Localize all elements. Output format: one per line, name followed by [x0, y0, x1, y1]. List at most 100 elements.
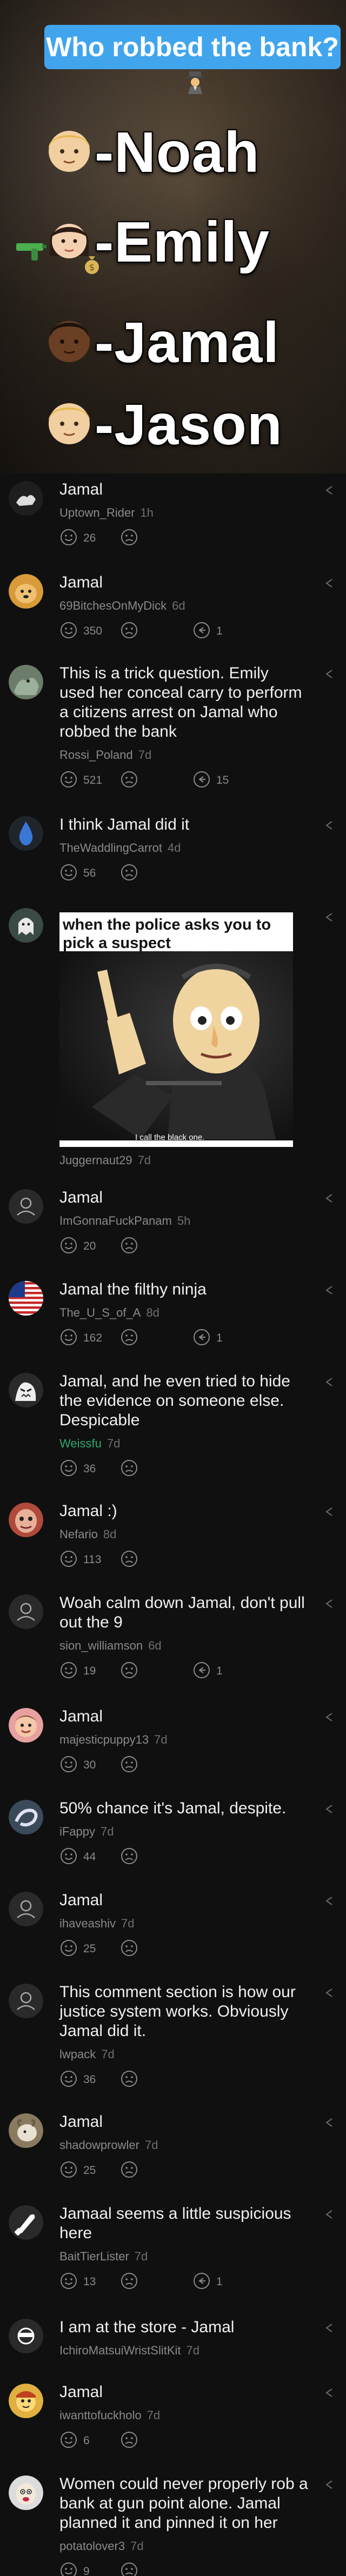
like-button[interactable]: 19 — [59, 1661, 96, 1681]
share-icon[interactable] — [322, 1802, 336, 1816]
share-icon[interactable] — [322, 2478, 336, 2492]
like-button[interactable]: 44 — [59, 1847, 96, 1867]
user-avatar[interactable] — [9, 1892, 43, 1926]
comment-username[interactable]: ImGonnaFuckPanam — [59, 1214, 172, 1227]
share-icon[interactable] — [322, 910, 336, 924]
reply-button[interactable]: 1 — [192, 2272, 223, 2292]
comment-username[interactable]: Nefario — [59, 1527, 98, 1541]
share-icon[interactable] — [322, 576, 336, 590]
reply-button[interactable]: 1 — [192, 1661, 223, 1681]
like-button[interactable]: 113 — [59, 1550, 101, 1570]
share-icon[interactable] — [322, 818, 336, 832]
user-avatar[interactable] — [9, 908, 43, 943]
comment-username[interactable]: 69BitchesOnMyDick — [59, 599, 167, 612]
user-avatar[interactable] — [9, 1984, 43, 2018]
comment-username[interactable]: TheWaddlingCarrot — [59, 841, 162, 855]
share-icon[interactable] — [322, 667, 336, 681]
share-icon[interactable] — [322, 1191, 336, 1205]
user-avatar[interactable] — [9, 2384, 43, 2418]
share-icon[interactable] — [322, 2386, 336, 2400]
dislike-button[interactable] — [120, 1756, 138, 1775]
share-icon[interactable] — [322, 1597, 336, 1611]
like-button[interactable]: 350 — [59, 622, 102, 641]
comment-username[interactable]: IchiroMatsuiWristSlitKit — [59, 2344, 181, 2357]
dislike-button[interactable] — [120, 1939, 138, 1959]
user-avatar[interactable] — [9, 2205, 43, 2240]
like-button[interactable]: 521 — [59, 771, 102, 790]
like-button[interactable]: 56 — [59, 864, 96, 883]
dislike-button[interactable] — [120, 2431, 138, 2451]
user-avatar[interactable] — [9, 2113, 43, 2148]
comment-username[interactable]: iFappy — [59, 1825, 95, 1838]
user-avatar[interactable] — [9, 665, 43, 699]
comment-username[interactable]: Uptown_Rider — [59, 506, 135, 519]
reply-button[interactable]: 15 — [192, 771, 229, 790]
dislike-button[interactable] — [120, 1459, 138, 1479]
like-button[interactable]: 25 — [59, 2161, 96, 2180]
comment-time: 7d — [137, 1153, 151, 1167]
like-button[interactable]: 20 — [59, 1237, 96, 1256]
comment-username[interactable]: Weissfu — [59, 1437, 102, 1450]
share-icon[interactable] — [322, 1505, 336, 1519]
user-avatar[interactable] — [9, 1373, 43, 1407]
dislike-button[interactable] — [120, 1550, 138, 1570]
user-avatar[interactable] — [9, 2319, 43, 2353]
dislike-button[interactable] — [120, 1847, 138, 1867]
share-icon[interactable] — [322, 2207, 336, 2221]
share-icon[interactable] — [322, 2115, 336, 2130]
user-avatar[interactable] — [9, 2475, 43, 2510]
user-avatar[interactable] — [9, 481, 43, 516]
user-avatar[interactable] — [9, 1189, 43, 1224]
share-icon[interactable] — [322, 1894, 336, 1908]
share-icon[interactable] — [322, 1375, 336, 1389]
comment-username[interactable]: lwpack — [59, 2047, 96, 2061]
comment-username[interactable]: majesticpuppy13 — [59, 1733, 149, 1746]
user-avatar[interactable] — [9, 816, 43, 851]
comment-username[interactable]: iwanttofuckholo — [59, 2408, 142, 2422]
dislike-button[interactable] — [120, 622, 138, 641]
like-button[interactable]: 162 — [59, 1329, 102, 1348]
comment-text: Jamal the filthy ninja — [59, 1280, 207, 1298]
comment-username[interactable]: Juggernaut29 — [59, 1153, 132, 1167]
dislike-button[interactable] — [120, 2161, 138, 2180]
comment-username[interactable]: Rossi_Poland — [59, 748, 133, 762]
user-avatar[interactable] — [9, 1800, 43, 1834]
user-avatar[interactable] — [9, 1503, 43, 1537]
comment-username[interactable]: potatolover3 — [59, 2539, 125, 2553]
like-button[interactable]: 13 — [59, 2272, 96, 2292]
dislike-button[interactable] — [120, 1661, 138, 1681]
reply-button[interactable]: 1 — [192, 622, 223, 641]
reply-button[interactable]: 1 — [192, 1329, 223, 1348]
dislike-button[interactable] — [120, 2272, 138, 2292]
like-button[interactable]: 30 — [59, 1756, 96, 1775]
reply-count: 1 — [216, 1332, 223, 1344]
dislike-button[interactable] — [120, 864, 138, 883]
comment-username[interactable]: The_U_S_of_A — [59, 1306, 141, 1319]
comment-username[interactable]: ihaveashiv — [59, 1917, 116, 1930]
dislike-button[interactable] — [120, 2562, 138, 2576]
dislike-button[interactable] — [120, 1329, 138, 1348]
like-button[interactable]: 9 — [59, 2562, 90, 2576]
share-icon[interactable] — [322, 1283, 336, 1297]
dislike-button[interactable] — [120, 2070, 138, 2090]
dislike-button[interactable] — [120, 529, 138, 548]
like-button[interactable]: 36 — [59, 2070, 96, 2090]
meme-image[interactable]: when the police asks you to pick a suspe… — [59, 912, 293, 1147]
user-avatar[interactable] — [9, 1708, 43, 1743]
share-icon[interactable] — [322, 1986, 336, 2000]
user-avatar[interactable] — [9, 574, 43, 609]
comment-username[interactable]: sion_williamson — [59, 1639, 143, 1652]
share-icon[interactable] — [322, 1710, 336, 1724]
user-avatar[interactable] — [9, 1594, 43, 1629]
like-button[interactable]: 25 — [59, 1939, 96, 1959]
dislike-button[interactable] — [120, 771, 138, 790]
comment-username[interactable]: shadowprowler — [59, 2138, 139, 2152]
share-icon[interactable] — [322, 483, 336, 497]
comment-username[interactable]: BaitTierLister — [59, 2250, 129, 2263]
like-button[interactable]: 6 — [59, 2431, 90, 2451]
like-button[interactable]: 26 — [59, 529, 96, 548]
dislike-button[interactable] — [120, 1237, 138, 1256]
like-button[interactable]: 36 — [59, 1459, 96, 1479]
user-avatar[interactable] — [9, 1281, 43, 1316]
share-icon[interactable] — [322, 2321, 336, 2335]
